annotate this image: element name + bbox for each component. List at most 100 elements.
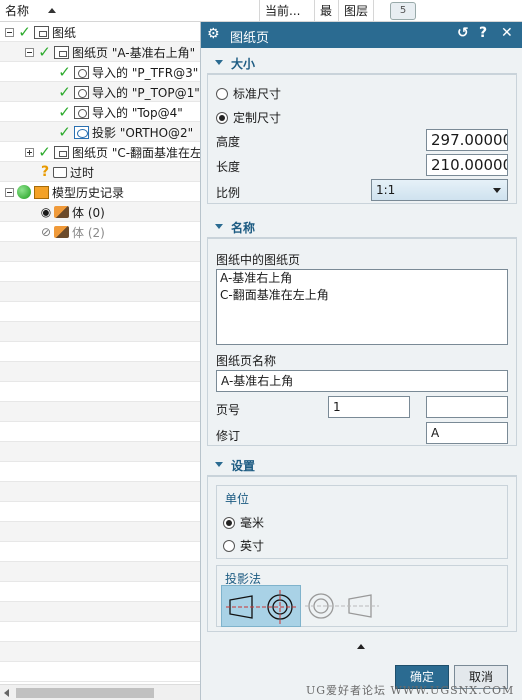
imported-view-icon (74, 85, 89, 99)
tree-label: 模型历史记录 (52, 185, 125, 200)
column-name-label: 名称 (5, 4, 30, 18)
collapse-triangle-icon (215, 224, 223, 229)
tree-label: 图纸 (52, 25, 77, 40)
sheets-in-drawing-label: 图纸中的图纸页 (216, 253, 301, 267)
sheet-name-field[interactable]: A-基准右上角 (216, 370, 508, 392)
sheet-dialog: ⚙ 图纸页 ↺ ? ✕ 大小 标准尺寸 定制尺寸 高度 297.00000 长度… (200, 22, 522, 700)
revision-field[interactable]: A (426, 422, 508, 444)
radio-circle (223, 539, 235, 552)
body-icon (54, 226, 69, 238)
tree-node-view-ortho[interactable]: ✓ 投影 "ORTHO@2" (57, 122, 193, 142)
collapse-icon[interactable] (5, 27, 14, 37)
imported-view-icon (74, 105, 89, 119)
tree-label: 图纸页 "A-基准右上角" (72, 45, 196, 60)
tree-label: 导入的 "P_TFR@3" (92, 65, 199, 80)
revision-label: 修订 (216, 429, 241, 443)
tree-node-body-0[interactable]: ◉ 体 (0) (39, 202, 105, 222)
tree-node-view-top4[interactable]: ✓ 导入的 "Top@4" (57, 102, 183, 122)
length-field[interactable]: 210.00000 (426, 154, 508, 176)
first-angle-projection-button[interactable] (221, 585, 301, 627)
collapse-dialog-icon[interactable] (357, 644, 365, 649)
reset-icon[interactable]: ↺ (457, 25, 469, 41)
horizontal-scrollbar[interactable] (0, 684, 200, 700)
tree-label: 图纸页 "C-翻面基准在左 (72, 145, 203, 160)
close-icon[interactable]: ✕ (501, 25, 513, 41)
custom-size-radio[interactable]: 定制尺寸 (216, 109, 281, 126)
size-section-header[interactable]: 大小 (207, 52, 517, 74)
name-section-header[interactable]: 名称 (207, 216, 517, 238)
tree-node-drawing[interactable]: ✓ 图纸 (5, 22, 76, 42)
chevron-down-icon[interactable] (487, 180, 507, 200)
history-icon (34, 185, 49, 199)
radio-label: 定制尺寸 (233, 111, 282, 125)
collapse-icon[interactable] (25, 47, 34, 57)
name-section: 图纸中的图纸页 A-基准右上角 C-翻面基准在左上角 图纸页名称 A-基准右上角… (207, 238, 517, 446)
check-icon: ✓ (58, 83, 71, 101)
page-number-label: 页号 (216, 403, 241, 417)
radio-label: 标准尺寸 (233, 87, 282, 101)
collapse-icon[interactable] (5, 187, 14, 197)
projection-group: 投影法 (216, 565, 508, 627)
scroll-left-icon[interactable] (4, 689, 9, 697)
check-icon: ✓ (18, 23, 31, 41)
mm-radio[interactable]: 毫米 (223, 514, 264, 531)
tree-node-sheet-c[interactable]: ✓ 图纸页 "C-翻面基准在左 (25, 142, 202, 162)
status-green-icon (17, 185, 31, 199)
inch-radio[interactable]: 英寸 (223, 537, 264, 554)
collapse-triangle-icon (215, 462, 223, 467)
tree-label: 过时 (70, 165, 95, 180)
first-angle-projection-icon (226, 590, 298, 624)
tree-label: 投影 "ORTHO@2" (92, 125, 194, 140)
tree-label: 导入的 "Top@4" (92, 105, 183, 120)
tree-node-sheet-a[interactable]: ✓ 图纸页 "A-基准右上角" (25, 42, 195, 62)
sheet-list[interactable]: A-基准右上角 C-翻面基准在左上角 (216, 269, 508, 345)
column-header-current[interactable]: 当前... (260, 0, 315, 22)
tree-node-view-tfr[interactable]: ✓ 导入的 "P_TFR@3" (57, 62, 198, 82)
radio-circle (216, 87, 228, 100)
radio-circle-selected (216, 111, 228, 124)
eye-icon[interactable]: ◉ (39, 205, 53, 219)
length-label: 长度 (216, 160, 241, 174)
third-angle-projection-icon (305, 593, 379, 619)
settings-section-header[interactable]: 设置 (207, 454, 517, 476)
navigator-header: 名称 当前... 最 图层 5 (0, 0, 522, 22)
settings-section: 单位 毫米 英寸 投影法 (207, 476, 517, 632)
tree-node-obsolete[interactable]: ? 过时 (39, 162, 94, 182)
standard-size-radio[interactable]: 标准尺寸 (216, 85, 281, 102)
column-header-layer[interactable]: 图层 (339, 0, 374, 22)
tree-node-model-history[interactable]: 模型历史记录 (5, 182, 124, 202)
body-icon (54, 206, 69, 218)
dialog-title: 图纸页 (230, 31, 270, 46)
height-label: 高度 (216, 135, 241, 149)
scrollbar-thumb[interactable] (16, 688, 154, 698)
widget-icon: 5 (390, 2, 416, 20)
tree-node-view-top1[interactable]: ✓ 导入的 "P_TOP@1" (57, 82, 200, 102)
sheet-icon (54, 145, 69, 159)
expand-icon[interactable] (25, 147, 34, 157)
folder-icon (53, 166, 67, 178)
list-item[interactable]: C-翻面基准在左上角 (217, 287, 507, 304)
list-item[interactable]: A-基准右上角 (217, 270, 507, 287)
size-section: 标准尺寸 定制尺寸 高度 297.00000 长度 210.00000 比例 1… (207, 74, 517, 204)
question-mark-icon: ? (40, 164, 50, 180)
tree-label: 导入的 "P_TOP@1" (92, 85, 200, 100)
navigator-widget[interactable]: 5 (384, 0, 422, 22)
help-icon[interactable]: ? (479, 25, 487, 41)
column-header-name[interactable]: 名称 (0, 0, 260, 22)
third-angle-projection-button[interactable] (303, 585, 383, 627)
units-label: 单位 (225, 492, 250, 506)
radio-label: 毫米 (240, 516, 265, 530)
tree-node-body-2[interactable]: ⊘ 体 (2) (39, 222, 105, 242)
height-field[interactable]: 297.00000 (426, 129, 508, 151)
eye-hidden-icon[interactable]: ⊘ (39, 225, 53, 239)
imported-view-icon (74, 65, 89, 79)
drawing-sheet-icon (34, 25, 49, 39)
dialog-title-bar: ⚙ 图纸页 ↺ ? ✕ (201, 22, 522, 48)
page-number-field-2[interactable] (426, 396, 508, 418)
column-header-latest[interactable]: 最 (315, 0, 339, 22)
units-group: 单位 毫米 英寸 (216, 485, 508, 559)
scale-dropdown[interactable]: 1:1 (371, 179, 508, 201)
gear-icon[interactable]: ⚙ (207, 26, 220, 42)
radio-circle-selected (223, 516, 235, 529)
page-number-field[interactable]: 1 (328, 396, 410, 418)
